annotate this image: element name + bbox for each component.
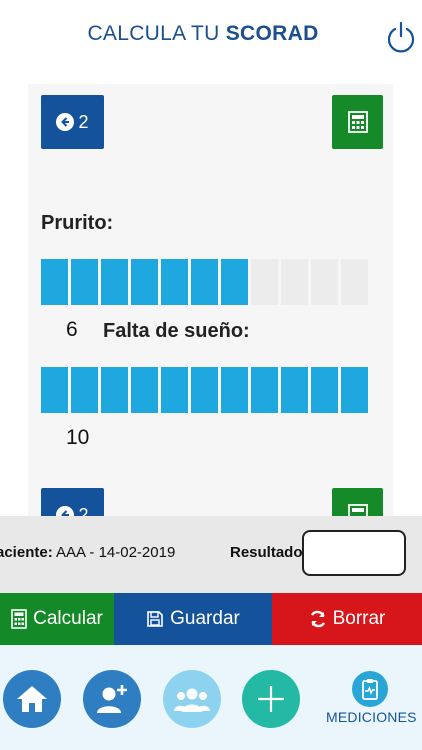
scale-segment[interactable] [281, 367, 308, 413]
add-nav-button[interactable] [242, 670, 300, 728]
patient-info: aciente: AAA - 14-02-2019 [0, 544, 175, 561]
home-nav-button[interactable] [3, 670, 61, 728]
scale-segment[interactable] [221, 367, 248, 413]
scale-segment[interactable] [311, 367, 338, 413]
scale-segment[interactable] [161, 367, 188, 413]
scale-segment[interactable] [191, 259, 218, 305]
save-label: Guardar [170, 608, 240, 629]
scale-segment[interactable] [101, 367, 128, 413]
scale-segment[interactable] [71, 367, 98, 413]
clear-label: Borrar [332, 608, 386, 629]
title-regular: CALCULA TU [87, 22, 226, 45]
add-patient-nav-button[interactable] [83, 670, 141, 728]
sleep-label: Falta de sueño: [103, 320, 250, 342]
sleep-value: 10 [66, 426, 90, 449]
action-bar: Calcular Guardar Borrar [0, 593, 422, 645]
back-button-label: 2 [78, 111, 89, 132]
result-label: Resultado: [230, 544, 308, 561]
scale-segment[interactable] [251, 367, 278, 413]
scale-segment[interactable] [311, 259, 338, 305]
calculate-label: Calcular [33, 608, 103, 629]
prurito-value: 6 [66, 318, 78, 341]
sleep-scale[interactable] [41, 367, 368, 413]
scale-segment[interactable] [71, 259, 98, 305]
calculator-button[interactable] [332, 95, 383, 149]
save-icon [147, 611, 163, 627]
refresh-icon [310, 610, 325, 628]
calculator-icon [347, 111, 368, 133]
home-icon [17, 686, 47, 712]
calculator-icon [11, 609, 27, 629]
prurito-scale[interactable] [41, 259, 368, 305]
scale-segment[interactable] [131, 367, 158, 413]
scale-segment[interactable] [41, 367, 68, 413]
scale-segment[interactable] [251, 259, 278, 305]
scale-segment[interactable] [281, 259, 308, 305]
arrow-left-icon [56, 113, 75, 131]
save-button[interactable]: Guardar [114, 593, 272, 645]
scale-segment[interactable] [191, 367, 218, 413]
clear-button[interactable]: Borrar [272, 593, 422, 645]
prurito-label: Prurito: [41, 212, 114, 234]
scorad-card: 2 Prurito: 6 Falta de sueño: 10 2 [28, 84, 393, 524]
title-bold: SCORAD [225, 22, 319, 45]
patient-prefix: aciente: [0, 544, 53, 561]
bottom-nav: MEDICIONES [0, 645, 422, 750]
calculate-button[interactable]: Calcular [0, 593, 114, 645]
scale-segment[interactable] [341, 367, 368, 413]
patients-nav-button[interactable] [163, 670, 221, 728]
plus-icon [258, 686, 284, 712]
patient-bar: aciente: AAA - 14-02-2019 Resultado: [0, 516, 422, 593]
scale-segment[interactable] [341, 259, 368, 305]
patient-value: AAA - 14-02-2019 [56, 544, 176, 561]
scale-segment[interactable] [101, 259, 128, 305]
back-button[interactable]: 2 [41, 95, 104, 149]
measurements-label[interactable]: MEDICIONES [326, 709, 417, 725]
header: CALCULA TU SCORAD [0, 0, 422, 72]
page-title: CALCULA TU SCORAD [0, 22, 406, 46]
users-icon [174, 688, 210, 712]
result-field[interactable] [302, 530, 406, 576]
clipboard-icon[interactable] [352, 671, 388, 707]
scale-segment[interactable] [221, 259, 248, 305]
add-user-icon [97, 685, 127, 713]
scale-segment[interactable] [161, 259, 188, 305]
power-icon[interactable] [385, 20, 417, 54]
scale-segment[interactable] [131, 259, 158, 305]
scale-segment[interactable] [41, 259, 68, 305]
